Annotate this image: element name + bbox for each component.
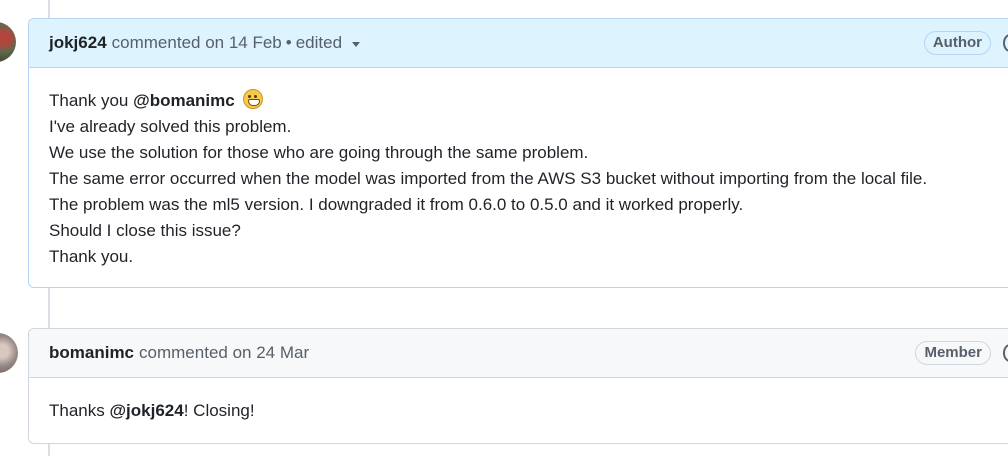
author-badge: Author: [923, 31, 991, 55]
comment-line: The problem was the ml5 version. I downg…: [49, 195, 744, 214]
chevron-down-icon: [352, 42, 361, 47]
comment-timestamp[interactable]: commented on 14 Feb: [112, 33, 282, 53]
more-options-icon[interactable]: [1003, 34, 1008, 52]
comment: jokj624 commented on 14 Feb • edited Aut…: [28, 18, 1008, 288]
comment-text: Thanks: [49, 401, 105, 420]
comment-line: Thanks @jokj624! Closing!: [49, 398, 1007, 424]
grinning-emoji-icon: [243, 89, 264, 109]
edited-label: edited: [295, 33, 343, 52]
comment-line: Should I close this issue?: [49, 221, 241, 240]
comment-header: jokj624 commented on 14 Feb • edited Aut…: [29, 19, 1008, 68]
comment-line: Thank you @bomanimc: [49, 88, 1007, 114]
comment-line: I've already solved this problem.: [49, 117, 292, 136]
comment-body: Thanks @jokj624! Closing!: [29, 378, 1008, 424]
comment-line: We use the solution for those who are go…: [49, 143, 589, 162]
avatar[interactable]: [0, 22, 16, 62]
user-mention-link[interactable]: @jokj624: [109, 401, 183, 420]
comment-timestamp[interactable]: commented on 24 Mar: [139, 343, 309, 363]
comment-line: Thank you.: [49, 247, 134, 266]
comment-author-link[interactable]: jokj624: [49, 33, 107, 53]
header-separator: •: [285, 33, 292, 52]
user-mention-link[interactable]: @bomanimc: [133, 91, 235, 110]
comment-author-link[interactable]: bomanimc: [49, 343, 134, 363]
avatar[interactable]: [0, 333, 18, 373]
member-badge: Member: [915, 341, 991, 365]
comment-header: bomanimc commented on 24 Mar Member: [29, 329, 1008, 378]
comment-body: Thank you @bomanimc I've already solved …: [29, 68, 1008, 270]
comment-text: Thank you: [49, 91, 129, 110]
more-options-icon[interactable]: [1003, 344, 1008, 362]
comment-text: ! Closing!: [183, 401, 255, 420]
comment-line: The same error occurred when the model w…: [49, 169, 928, 188]
edited-dropdown[interactable]: edited: [295, 33, 361, 53]
comment: bomanimc commented on 24 Mar Member Than…: [28, 328, 1008, 444]
issue-timeline: jokj624 commented on 14 Feb • edited Aut…: [0, 0, 1008, 456]
